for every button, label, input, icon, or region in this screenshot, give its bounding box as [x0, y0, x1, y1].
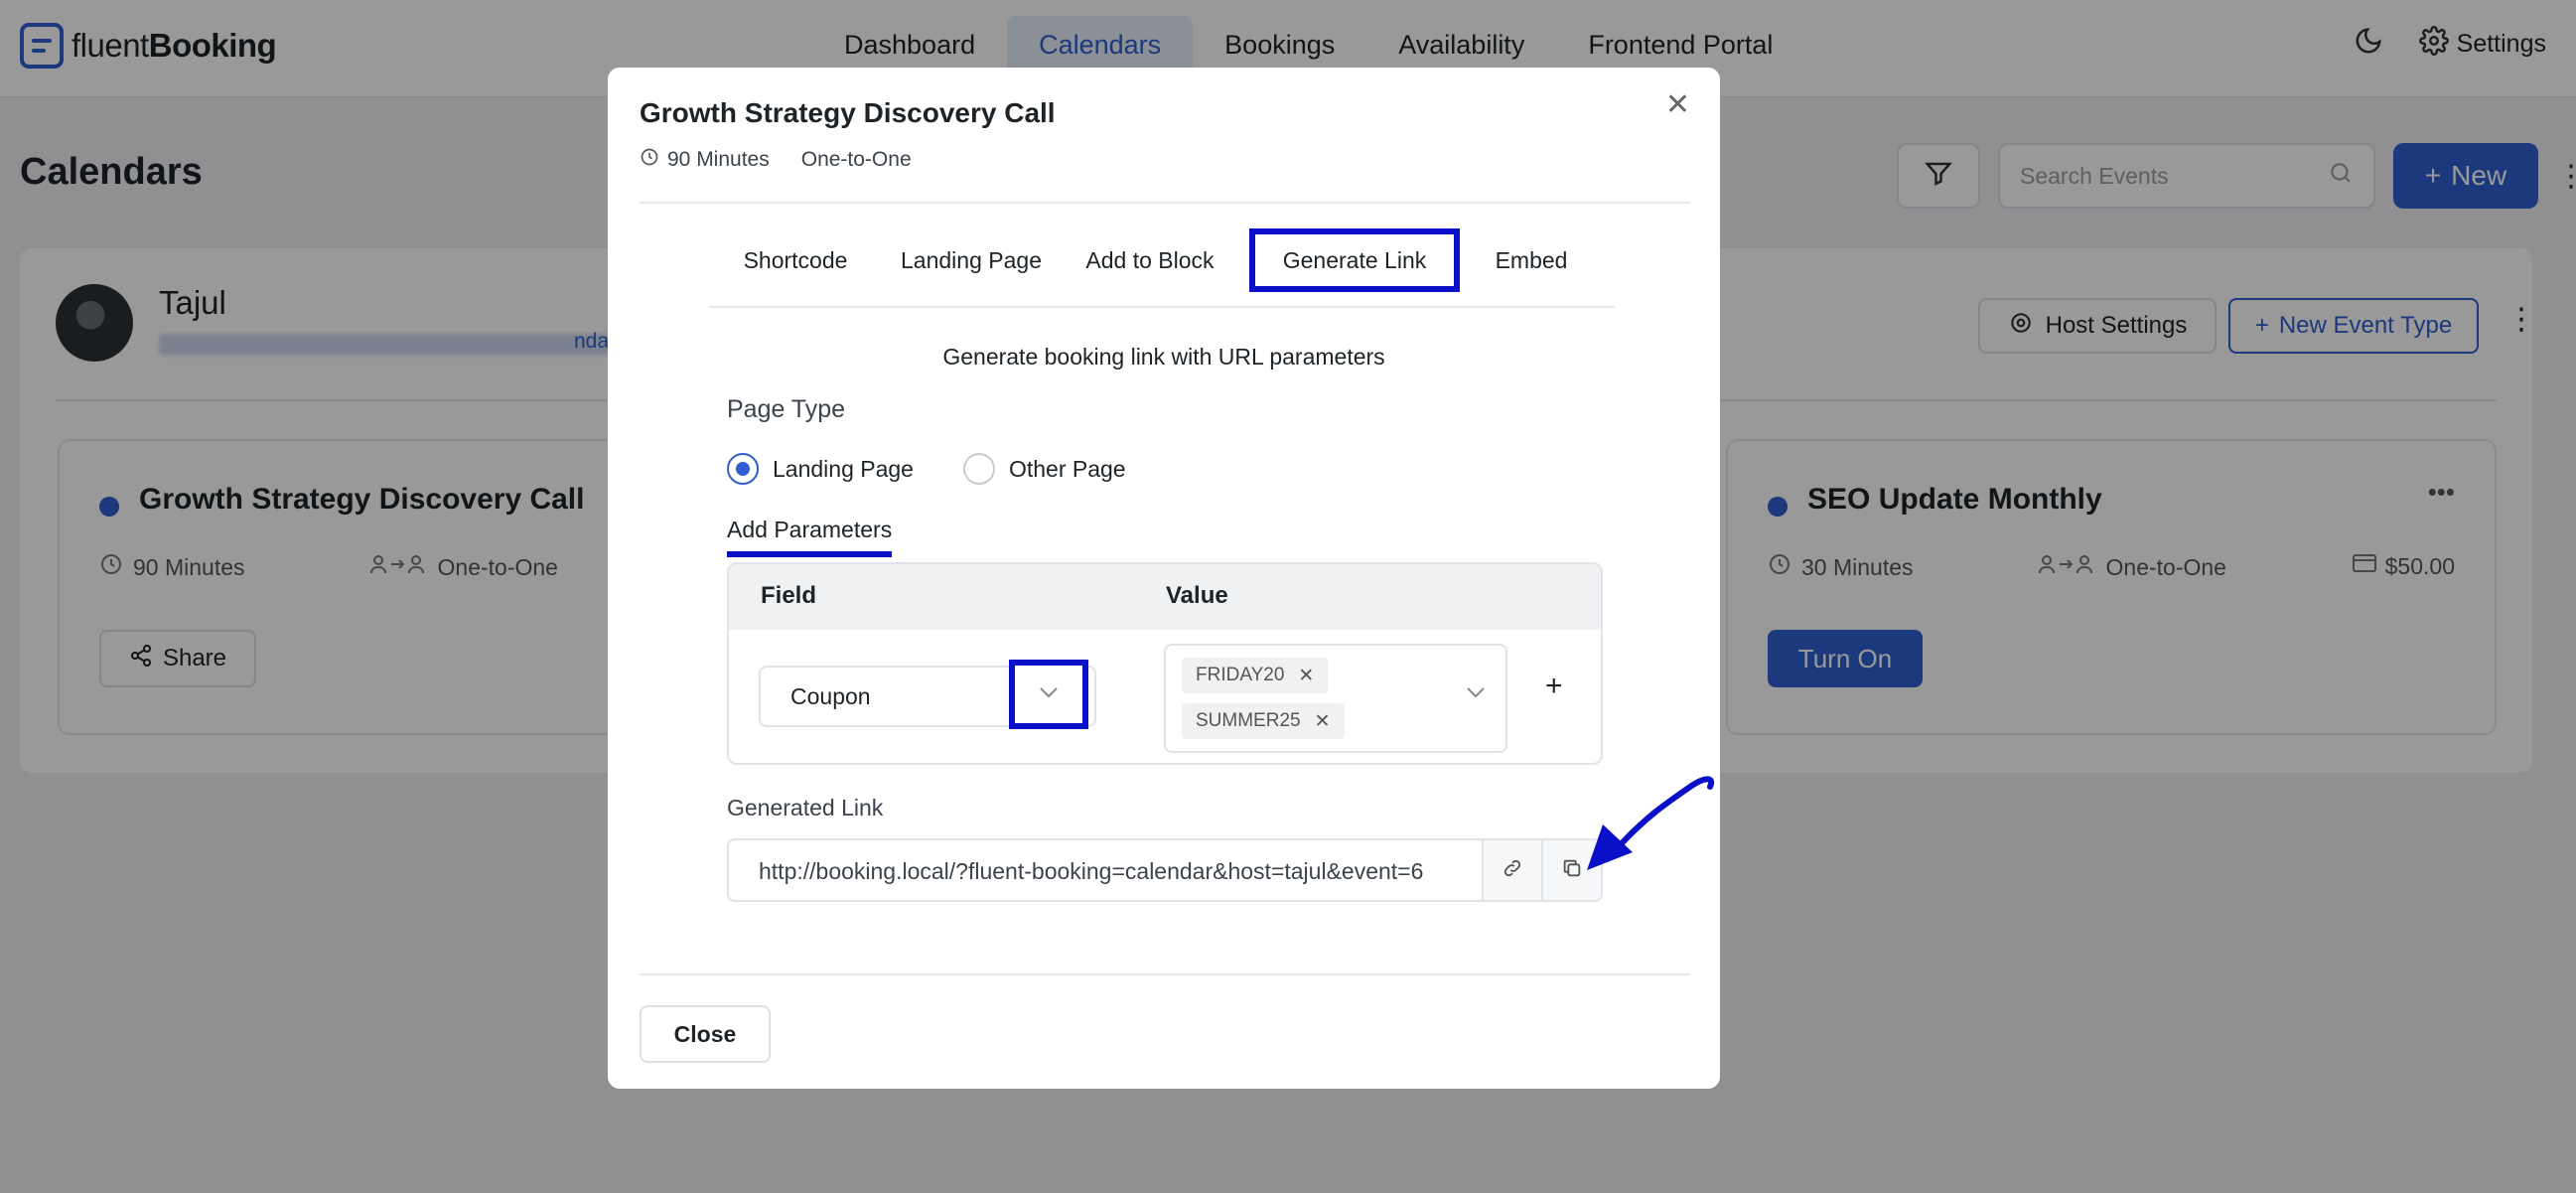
- tag-label: SUMMER25: [1196, 710, 1301, 731]
- annotation-arrow-icon: [1587, 776, 1715, 870]
- remove-tag-icon[interactable]: ✕: [1315, 710, 1331, 733]
- value-tag: SUMMER25 ✕: [1182, 703, 1345, 739]
- generated-link-label: Generated Link: [727, 795, 884, 820]
- field-dropdown-toggle[interactable]: [1009, 660, 1088, 729]
- tab-shortcode[interactable]: Shortcode: [709, 228, 882, 292]
- close-button[interactable]: Close: [640, 1005, 771, 1063]
- modal-meta: 90 Minutes One-to-One: [640, 147, 912, 173]
- other-page-radio[interactable]: [962, 453, 995, 485]
- generated-link-input[interactable]: http://booking.local/?fluent-booking=cal…: [759, 858, 1454, 885]
- page-type-label: Page Type: [727, 395, 846, 423]
- parameters-table: Field Value Coupon FRIDAY20 ✕ SUMMER25 ✕…: [727, 562, 1603, 765]
- field-select-value: Coupon: [790, 682, 871, 709]
- add-parameters-link[interactable]: Add Parameters: [727, 517, 893, 557]
- value-tag: FRIDAY20 ✕: [1182, 658, 1329, 693]
- generated-link-field: http://booking.local/?fluent-booking=cal…: [727, 838, 1603, 902]
- divider: [640, 973, 1690, 975]
- tab-landing-page[interactable]: Landing Page: [882, 228, 1061, 292]
- tag-label: FRIDAY20: [1196, 665, 1285, 685]
- tab-generate-link[interactable]: Generate Link: [1249, 228, 1460, 292]
- modal-duration: 90 Minutes: [667, 148, 770, 171]
- other-page-radio-label[interactable]: Other Page: [1009, 456, 1126, 483]
- field-column-header: Field: [761, 582, 817, 609]
- open-link-button[interactable]: [1482, 840, 1541, 900]
- tab-embed[interactable]: Embed: [1470, 228, 1593, 292]
- add-parameter-button[interactable]: +: [1545, 670, 1563, 703]
- share-tabs: Shortcode Landing Page Add to Block Gene…: [709, 228, 1615, 308]
- tab-add-to-block[interactable]: Add to Block: [1061, 228, 1239, 292]
- chevron-down-icon[interactable]: [1466, 685, 1486, 703]
- clock-icon: [640, 147, 659, 173]
- divider: [640, 202, 1690, 204]
- table-header: Field Value: [729, 564, 1601, 630]
- page-type-radio-group: Landing Page Other Page: [727, 453, 1126, 485]
- remove-tag-icon[interactable]: ✕: [1298, 665, 1314, 687]
- chevron-down-icon: [1038, 685, 1060, 704]
- modal-meeting-type: One-to-One: [800, 148, 912, 171]
- generate-description: Generate booking link with URL parameter…: [942, 344, 1385, 370]
- landing-page-radio[interactable]: [727, 453, 759, 485]
- value-column-header: Value: [1166, 582, 1228, 609]
- link-icon: [1502, 857, 1523, 884]
- modal-title: Growth Strategy Discovery Call: [640, 97, 1056, 128]
- landing-page-radio-label[interactable]: Landing Page: [773, 456, 914, 483]
- value-multiselect[interactable]: FRIDAY20 ✕ SUMMER25 ✕: [1164, 644, 1507, 753]
- share-event-modal: ✕ Growth Strategy Discovery Call 90 Minu…: [608, 68, 1720, 1089]
- close-icon[interactable]: ✕: [1665, 87, 1690, 122]
